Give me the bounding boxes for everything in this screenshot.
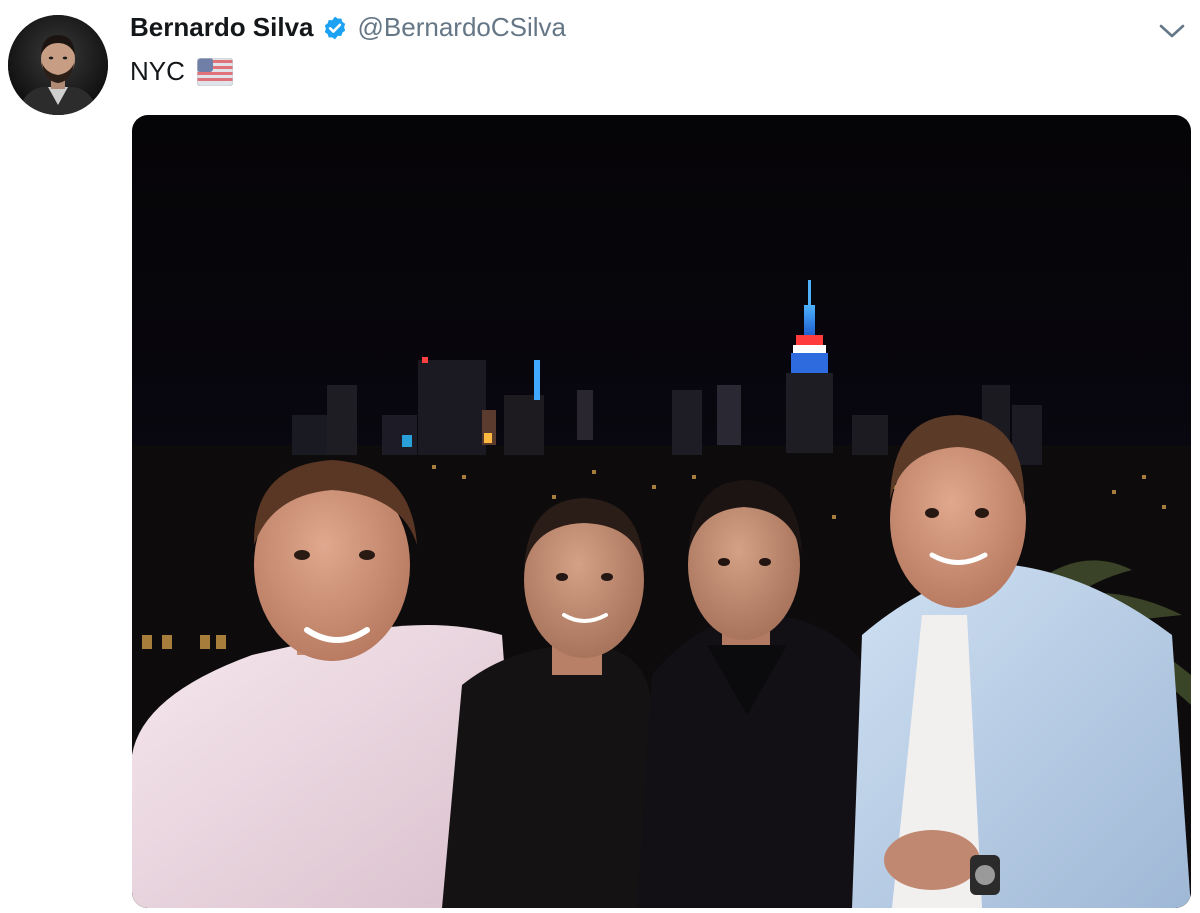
user-handle[interactable]: @BernardoCSilva — [358, 12, 566, 43]
tweet-photo[interactable] — [132, 115, 1191, 908]
tweet-body: NYC — [130, 56, 185, 86]
chevron-down-icon[interactable] — [1157, 20, 1187, 42]
tweet-header: Bernardo Silva @BernardoCSilva — [130, 12, 566, 43]
us-flag-icon — [196, 57, 234, 86]
tweet-text: NYC — [130, 56, 234, 87]
avatar[interactable] — [8, 15, 108, 115]
verified-badge-icon — [322, 15, 348, 41]
display-name[interactable]: Bernardo Silva — [130, 12, 314, 43]
tweet: Bernardo Silva @BernardoCSilva NYC — [0, 0, 1200, 913]
